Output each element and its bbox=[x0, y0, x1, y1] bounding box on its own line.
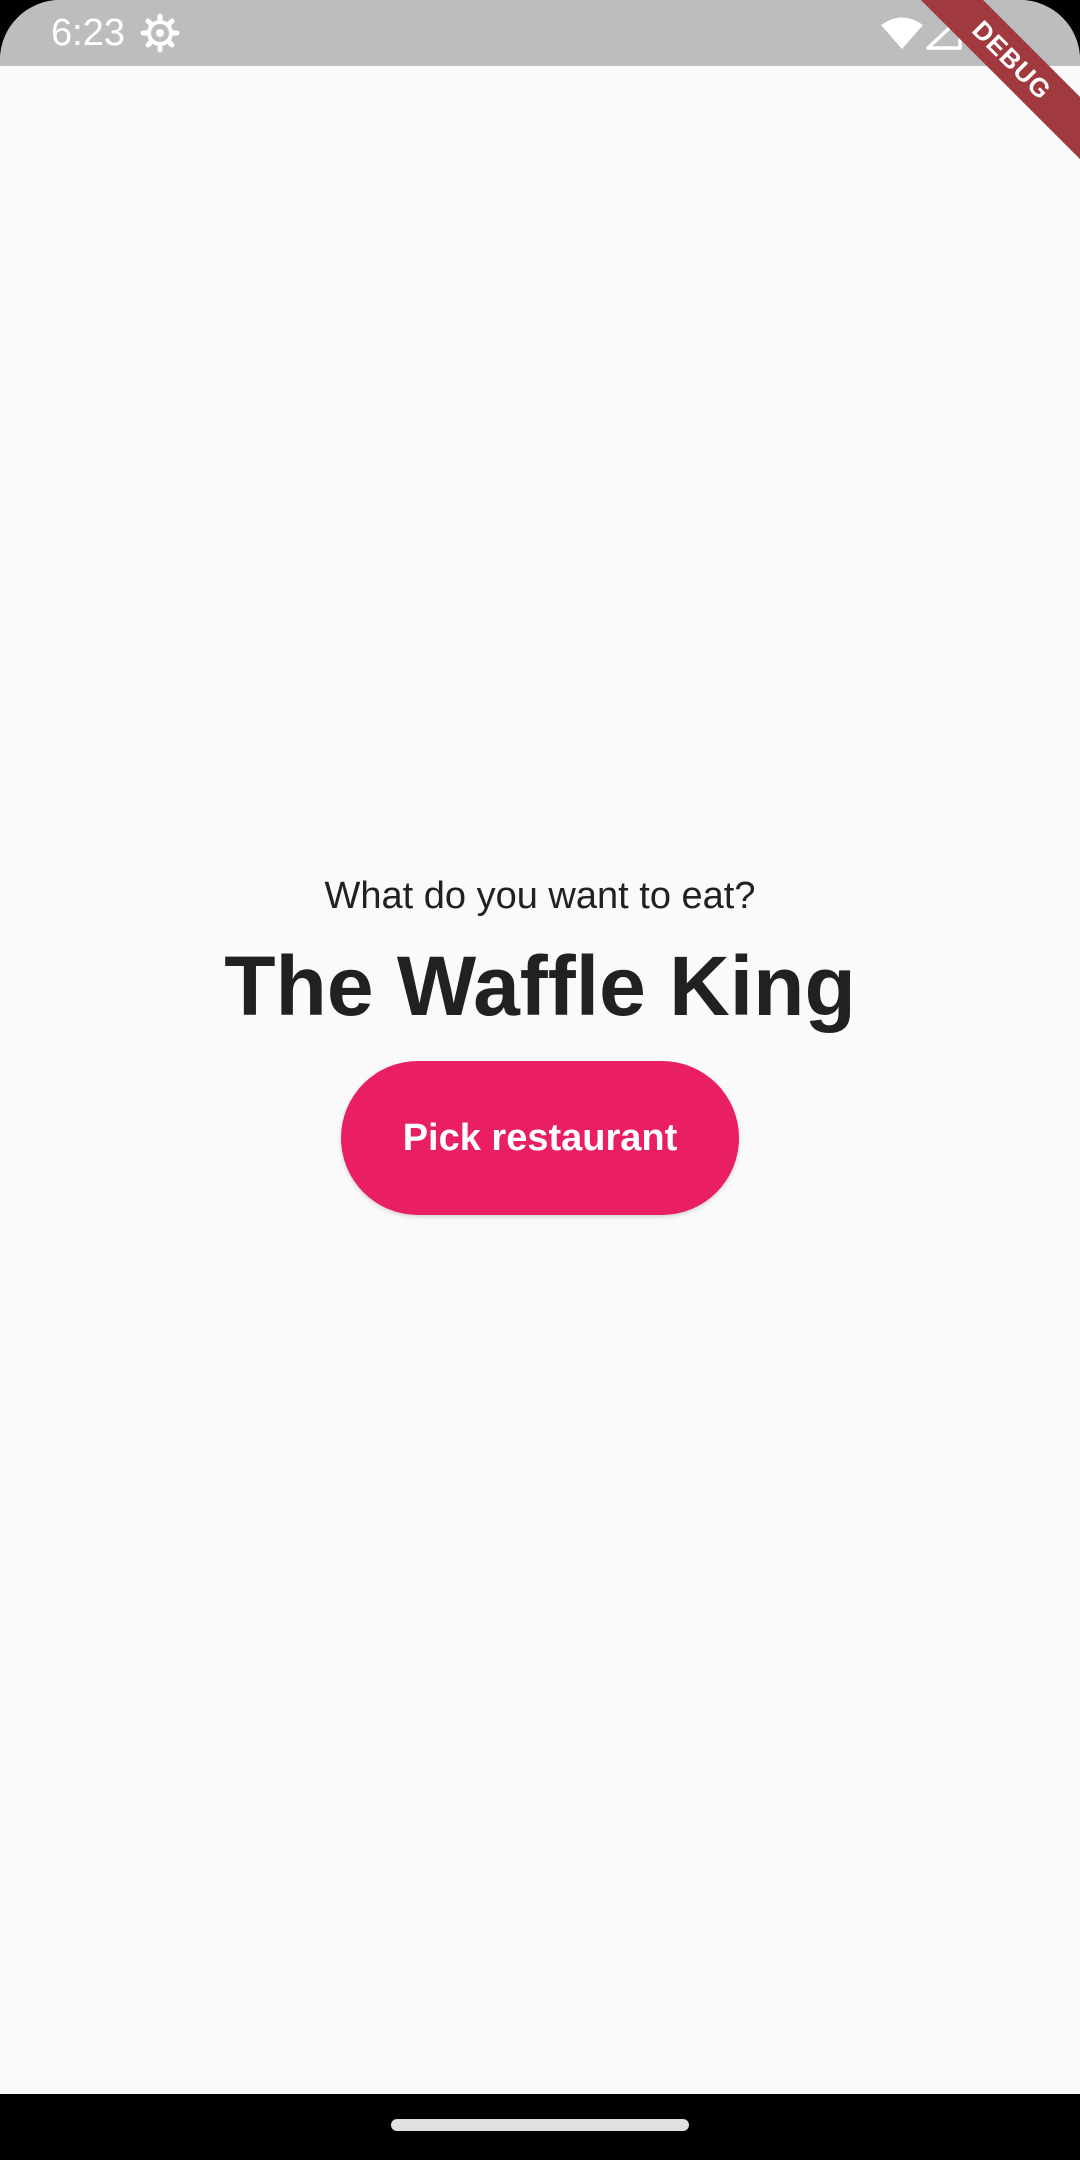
app-screen: 6:23 DEBUG What do you want to eat? The … bbox=[0, 0, 1080, 2160]
pick-restaurant-button[interactable]: Pick restaurant bbox=[341, 1061, 739, 1215]
restaurant-name: The Waffle King bbox=[224, 939, 856, 1033]
cell-signal-icon bbox=[926, 16, 962, 50]
battery-icon bbox=[982, 14, 1002, 52]
status-bar: 6:23 bbox=[0, 0, 1080, 66]
home-gesture-handle[interactable] bbox=[391, 2119, 689, 2131]
main-content: What do you want to eat? The Waffle King… bbox=[0, 66, 1080, 2094]
wifi-icon bbox=[881, 17, 923, 49]
prompt-text: What do you want to eat? bbox=[324, 875, 756, 917]
status-time: 6:23 bbox=[51, 12, 125, 54]
navigation-bar bbox=[0, 2094, 1080, 2160]
settings-gear-icon bbox=[140, 13, 180, 53]
